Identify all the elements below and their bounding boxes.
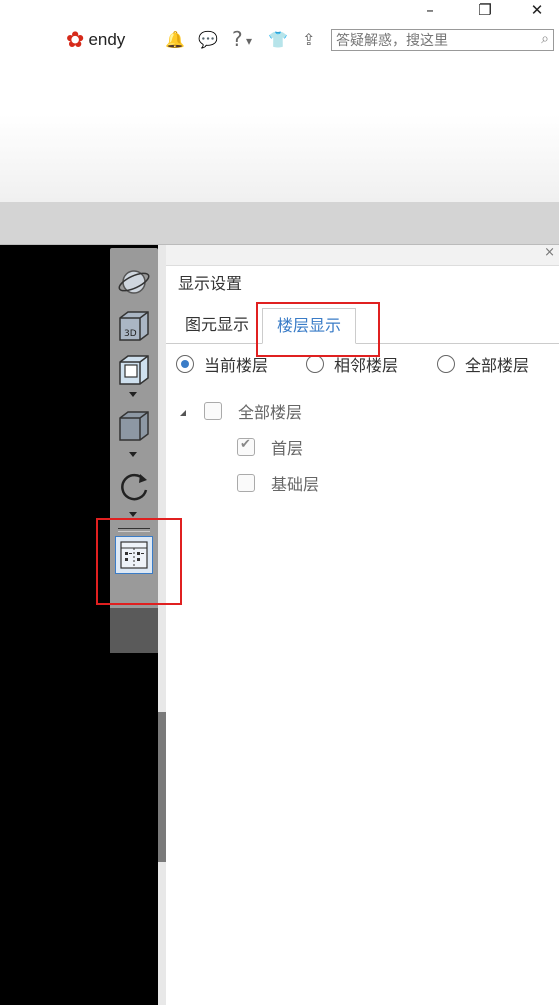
tree-label: 首层 (271, 439, 304, 458)
tree-root-all-floors[interactable]: 全部楼层 (180, 399, 302, 423)
shirt-icon[interactable]: 👕 (268, 30, 288, 49)
close-button[interactable]: ✕ (517, 0, 557, 22)
tree-label: 全部楼层 (238, 403, 303, 422)
upload-icon[interactable]: ⇪ (302, 30, 315, 49)
search-box[interactable]: ⌕ (331, 29, 554, 51)
help-icon[interactable]: ? (232, 27, 243, 51)
svg-text:3D: 3D (124, 329, 137, 339)
dropdown-arrow-icon[interactable] (129, 512, 137, 517)
checkbox[interactable] (237, 474, 255, 492)
search-input[interactable] (332, 31, 530, 51)
panel-title: 显示设置 (178, 274, 243, 293)
restore-button[interactable]: ❐ (465, 0, 505, 22)
rotate-icon[interactable] (116, 468, 152, 504)
minimize-button[interactable]: – (410, 0, 450, 22)
solid-cube-icon[interactable] (116, 408, 152, 444)
dropdown-arrow-icon[interactable] (129, 452, 137, 457)
tree-item-ground-floor[interactable]: 首层 (237, 435, 303, 459)
tab-element-display[interactable]: 图元显示 (172, 308, 262, 342)
panel-splitter[interactable] (158, 245, 166, 1005)
toolbar-footer (110, 608, 158, 653)
bell-icon[interactable]: 🔔 (165, 30, 185, 49)
panel-close-icon[interactable]: × (544, 245, 555, 260)
ribbon-area (0, 56, 559, 203)
help-dropdown-icon[interactable]: ▾ (246, 34, 252, 48)
orbit-icon[interactable] (116, 264, 152, 300)
radio-label: 全部楼层 (465, 356, 530, 375)
search-icon[interactable]: ⌕ (541, 31, 549, 47)
radio-button[interactable] (306, 355, 324, 373)
highlight-box (256, 302, 380, 357)
title-bar: – ❐ ✕ ✿ endy 🔔 💬 ? ▾ 👕 ⇪ ⌕ (0, 0, 559, 56)
view-3d-icon[interactable]: 3D (116, 308, 152, 344)
radio-button[interactable] (437, 355, 455, 373)
radio-all-floors[interactable]: 全部楼层 (437, 352, 529, 376)
tree-item-foundation-floor[interactable]: 基础层 (237, 471, 319, 495)
collapse-arrow-icon[interactable] (180, 410, 186, 416)
user-area[interactable]: ✿ endy (66, 27, 126, 53)
tree-label: 基础层 (271, 475, 320, 494)
splitter-handle[interactable] (158, 712, 166, 862)
user-name: endy (88, 30, 126, 49)
user-avatar-icon: ✿ (66, 27, 85, 53)
ribbon-tab-strip (0, 202, 559, 245)
panel-header-bar: × (166, 245, 559, 266)
chat-icon[interactable]: 💬 (198, 30, 218, 49)
dropdown-arrow-icon[interactable] (129, 392, 137, 397)
highlight-box (96, 518, 182, 605)
radio-current-floor[interactable]: 当前楼层 (176, 352, 268, 376)
checkbox[interactable] (237, 437, 255, 456)
radio-button[interactable] (176, 355, 194, 373)
checkbox[interactable] (204, 402, 222, 420)
wireframe-cube-icon[interactable] (116, 352, 152, 388)
